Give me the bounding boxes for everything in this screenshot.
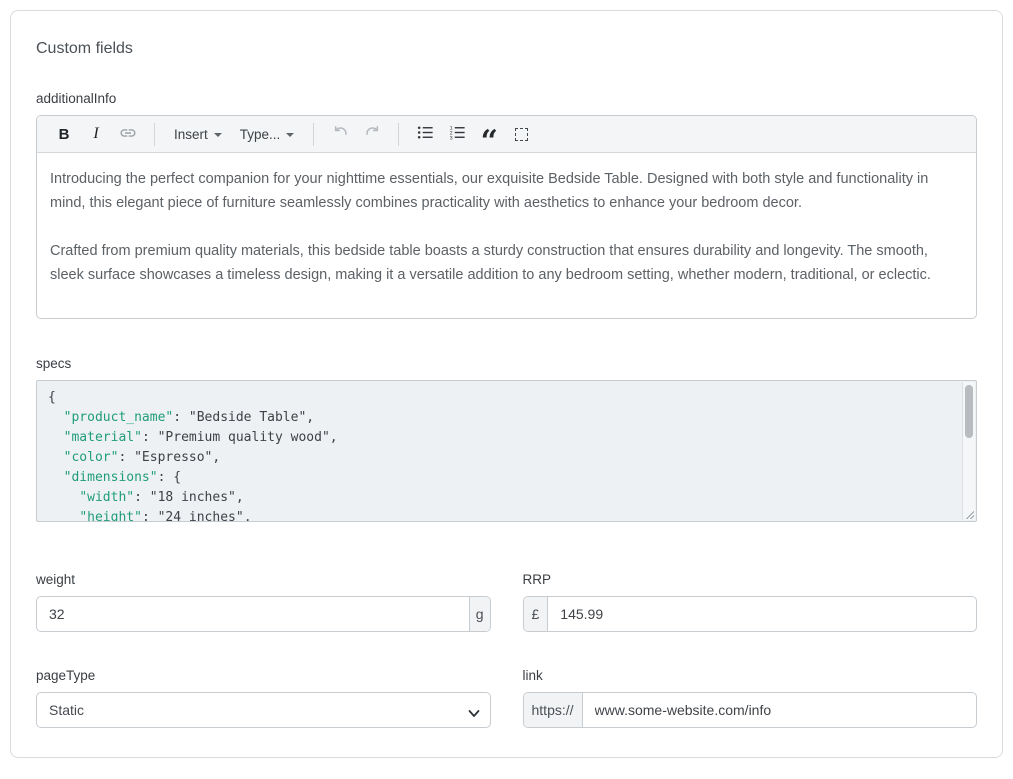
insert-dropdown[interactable]: Insert	[166, 120, 230, 148]
rich-text-content[interactable]: Introducing the perfect companion for yo…	[37, 153, 976, 301]
rich-text-toolbar: B I Insert Type...	[37, 116, 976, 153]
rich-text-paragraph: Introducing the perfect companion for yo…	[50, 167, 963, 215]
field-additional-info: additionalInfo B I Insert Type...	[36, 91, 977, 319]
rich-text-editor: B I Insert Type...	[36, 115, 977, 319]
weight-input[interactable]	[37, 597, 469, 631]
field-specs: specs { "product_name": "Bedside Table",…	[36, 356, 977, 522]
type-dropdown-label: Type...	[240, 127, 281, 142]
rrp-label: RRP	[523, 572, 978, 587]
page-type-select[interactable]: Static	[36, 692, 491, 728]
svg-text:3: 3	[449, 136, 452, 142]
redo-button[interactable]	[357, 120, 387, 148]
link-label: link	[523, 668, 978, 683]
page-type-select-wrap: Static	[36, 692, 491, 728]
blockquote-button[interactable]: “	[474, 120, 504, 148]
specs-code: { "product_name": "Bedside Table", "mate…	[48, 388, 952, 522]
blockquote-icon: “	[481, 121, 498, 147]
insert-dropdown-label: Insert	[174, 127, 208, 142]
chevron-down-icon	[214, 133, 222, 137]
rrp-input-group: £	[523, 596, 978, 632]
row-weight-rrp: weight g RRP £	[36, 572, 977, 632]
custom-fields-card: Custom fields additionalInfo B I Insert …	[10, 10, 1003, 758]
rrp-input[interactable]	[548, 597, 976, 631]
weight-input-group: g	[36, 596, 491, 632]
field-link: link https://	[523, 668, 978, 728]
link-input[interactable]	[583, 693, 976, 727]
field-weight: weight g	[36, 572, 491, 632]
link-icon	[119, 124, 137, 145]
toolbar-separator	[398, 123, 399, 146]
fullscreen-button[interactable]	[506, 120, 536, 148]
ordered-list-button[interactable]: 123	[442, 120, 472, 148]
ordered-list-icon: 123	[448, 123, 467, 145]
page-title: Custom fields	[36, 40, 977, 58]
bold-button[interactable]: B	[49, 120, 79, 148]
undo-icon	[331, 123, 350, 145]
unordered-list-icon	[416, 123, 435, 145]
rich-text-paragraph: Crafted from premium quality materials, …	[50, 239, 963, 287]
fullscreen-icon	[515, 128, 528, 141]
toolbar-separator	[154, 123, 155, 146]
link-input-group: https://	[523, 692, 978, 728]
redo-icon	[363, 123, 382, 145]
specs-scrollbar[interactable]	[962, 382, 975, 520]
additional-info-label: additionalInfo	[36, 91, 977, 106]
italic-button[interactable]: I	[81, 120, 111, 148]
code-line: "dimensions": {	[48, 468, 952, 488]
weight-label: weight	[36, 572, 491, 587]
code-line: "width": "18 inches",	[48, 488, 952, 508]
type-dropdown[interactable]: Type...	[232, 120, 303, 148]
code-line: "product_name": "Bedside Table",	[48, 408, 952, 428]
field-page-type: pageType Static	[36, 668, 491, 728]
specs-textarea[interactable]: { "product_name": "Bedside Table", "mate…	[36, 380, 977, 522]
page-type-label: pageType	[36, 668, 491, 683]
resize-handle-icon[interactable]	[964, 509, 974, 519]
code-line: "material": "Premium quality wood",	[48, 428, 952, 448]
specs-scrollbar-thumb[interactable]	[965, 385, 973, 438]
chevron-down-icon	[286, 133, 294, 137]
currency-addon: £	[524, 597, 549, 631]
weight-unit-addon: g	[469, 597, 490, 631]
field-rrp: RRP £	[523, 572, 978, 632]
row-pagetype-link: pageType Static link https://	[36, 668, 977, 728]
code-line: {	[48, 388, 952, 408]
protocol-addon: https://	[524, 693, 583, 727]
toolbar-separator	[313, 123, 314, 146]
code-line: "color": "Espresso",	[48, 448, 952, 468]
code-line: "height": "24 inches",	[48, 508, 952, 522]
specs-label: specs	[36, 356, 977, 371]
undo-button[interactable]	[325, 120, 355, 148]
insert-link-button[interactable]	[113, 120, 143, 148]
unordered-list-button[interactable]	[410, 120, 440, 148]
